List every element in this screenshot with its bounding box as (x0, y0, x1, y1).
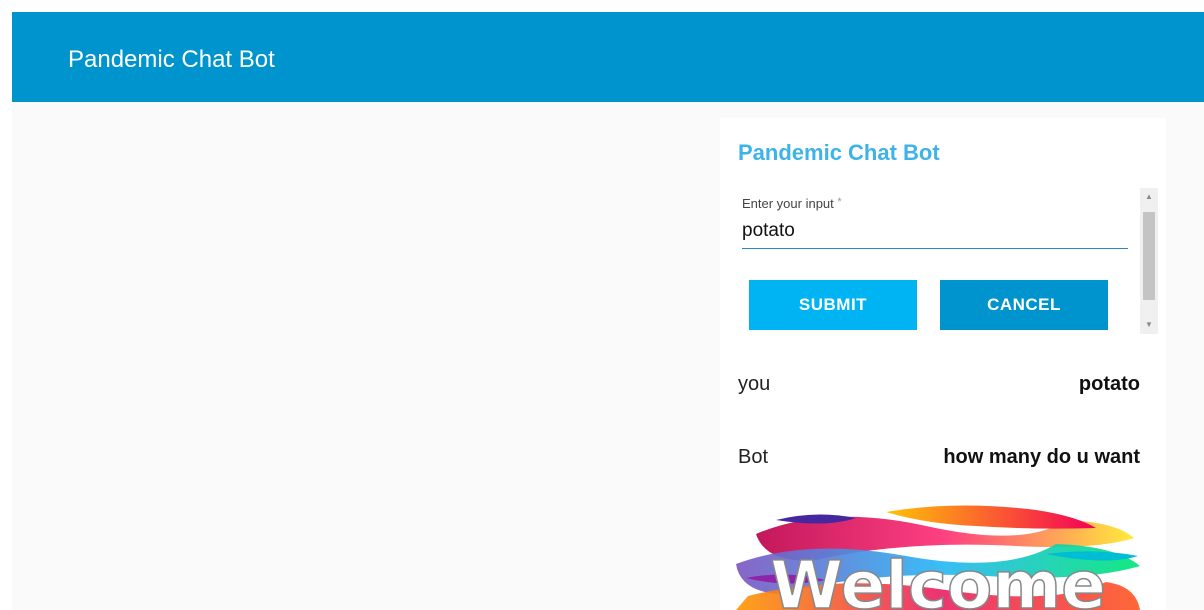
message-text: how many do u want (943, 446, 1140, 468)
chat-panel-title: Pandemic Chat Bot (738, 140, 940, 165)
scroll-up-arrow-icon[interactable]: ▲ (1140, 188, 1158, 206)
app-title: Pandemic Chat Bot (68, 46, 275, 73)
scroll-down-arrow-icon[interactable]: ▼ (1140, 316, 1158, 334)
message-text: potato (1078, 373, 1140, 395)
welcome-paint-graphic: Welcome (736, 505, 1140, 610)
input-field-label: Enter your input * (742, 196, 842, 211)
chat-input-form: Enter your input * SUBMIT CANCEL ▲ ▼ (720, 188, 1158, 334)
scrollbar-thumb[interactable] (1143, 212, 1155, 300)
form-scrollbar[interactable]: ▲ ▼ (1140, 188, 1158, 334)
welcome-banner-image: Welcome (736, 504, 1140, 610)
message-row-user: you potato (738, 373, 1140, 401)
cancel-button[interactable]: CANCEL (940, 280, 1108, 330)
welcome-image-text: Welcome (770, 547, 1106, 610)
input-field-container: Enter your input * (742, 196, 1128, 249)
message-row-bot: Bot how many do u want (738, 446, 1140, 474)
app-window: Pandemic Chat Bot Pandemic Chat Bot Ente… (12, 12, 1204, 610)
chat-panel: Pandemic Chat Bot Enter your input * SUB… (720, 118, 1166, 610)
message-sender: Bot (738, 446, 769, 468)
message-sender: you (738, 373, 771, 395)
submit-button[interactable]: SUBMIT (749, 280, 917, 330)
required-marker: * (837, 196, 842, 208)
chat-input[interactable] (742, 218, 1122, 244)
top-app-bar: Pandemic Chat Bot (12, 12, 1204, 102)
input-label-text: Enter your input (742, 196, 834, 211)
